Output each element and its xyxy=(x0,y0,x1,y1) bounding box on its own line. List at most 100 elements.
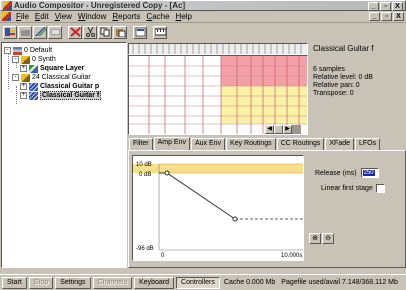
envelope-curve xyxy=(159,172,236,220)
edit-icon[interactable] xyxy=(48,25,62,39)
envelope-point-release xyxy=(232,216,238,222)
y-label-zero: 0 dB xyxy=(139,172,152,178)
tree-node-label: 0 Synth xyxy=(32,56,56,63)
key-ruler[interactable] xyxy=(128,43,308,55)
tree-node-classical-guitar[interactable]: - 24 Classical Guitar xyxy=(12,73,91,82)
relative-pan: Relative pan: 0 xyxy=(313,82,360,89)
expand-toggle[interactable]: + xyxy=(20,92,27,99)
layer-map-grid[interactable] xyxy=(128,55,308,135)
release-value: 250 xyxy=(362,170,375,176)
layer-region-p xyxy=(221,86,307,124)
cut-icon[interactable] xyxy=(83,25,97,39)
tab-key-routings[interactable]: Key Routings xyxy=(226,138,276,150)
layer-info-title: Classical Guitar f xyxy=(313,44,374,53)
bank-icon xyxy=(13,46,22,55)
size-grip[interactable] xyxy=(292,125,301,134)
expand-toggle[interactable]: + xyxy=(20,83,27,90)
tree-node-synth[interactable]: - 0 Synth xyxy=(12,55,56,64)
relative-level: Relative level: 0 dB xyxy=(313,74,373,81)
start-button[interactable]: Start xyxy=(2,276,27,289)
cache-status: Cache 0.000 Mb xyxy=(223,279,276,286)
collapse-toggle[interactable]: - xyxy=(12,74,19,81)
menu-reports[interactable]: Reports xyxy=(109,12,143,21)
copy-icon[interactable] xyxy=(98,25,112,39)
doc-close-button[interactable]: X xyxy=(393,12,404,21)
delete-icon[interactable] xyxy=(68,25,82,39)
collapse-toggle[interactable]: - xyxy=(4,47,11,54)
layer-icon xyxy=(29,64,38,73)
stop-button[interactable]: Stop xyxy=(28,276,54,289)
grid-scrollbar[interactable]: ◀ ▶ xyxy=(265,125,309,134)
menu-window[interactable]: Window xyxy=(75,12,109,21)
preset-icon xyxy=(21,55,30,64)
tab-aux-env[interactable]: Aux Env xyxy=(190,138,226,150)
app-icon[interactable] xyxy=(3,1,12,10)
tree-node-label: 0 Default xyxy=(24,47,53,54)
zoom-in-icon[interactable]: ⊕ xyxy=(309,233,321,244)
sample-count: 6 samples xyxy=(313,66,345,73)
tab-lfos[interactable]: LFOs xyxy=(355,138,381,150)
envelope-point-attack xyxy=(164,170,170,176)
channels-button[interactable]: Channels xyxy=(92,276,133,289)
pagefile-status: Pagefile used/avail 7.148/368.112 Mb xyxy=(281,279,398,286)
toolbar xyxy=(0,24,406,40)
menu-file[interactable]: File xyxy=(13,12,32,21)
properties-icon[interactable] xyxy=(133,25,147,39)
release-label: Release (ms) xyxy=(315,169,357,177)
tree-node-label: 24 Classical Guitar xyxy=(32,74,91,81)
transpose: Transpose: 0 xyxy=(313,90,354,97)
keyboard-button[interactable]: Keyboard xyxy=(134,276,175,289)
tab-cc-routings[interactable]: CC Routings xyxy=(276,138,325,150)
release-input[interactable]: 250 xyxy=(360,168,379,178)
x-label-end: 10.000s xyxy=(281,253,303,259)
tree-node-label: Square Layer xyxy=(40,65,85,72)
menu-help[interactable]: Help xyxy=(173,12,195,21)
layer-map-canvas[interactable] xyxy=(129,56,307,134)
tab-filter[interactable]: Filter xyxy=(129,138,153,150)
menu-edit[interactable]: Edit xyxy=(32,12,52,21)
doc-minimize-button[interactable]: _ xyxy=(369,12,380,21)
maximize-button[interactable]: ▫ xyxy=(380,2,391,11)
collapse-toggle[interactable]: - xyxy=(12,56,19,63)
title-bar[interactable]: Audio Compositor - Unregistered Copy - [… xyxy=(0,0,406,11)
zoom-out-icon[interactable]: ⊖ xyxy=(322,233,334,244)
close-button[interactable]: X xyxy=(392,2,403,11)
linear-first-stage-checkbox[interactable] xyxy=(375,183,385,193)
document-icon[interactable] xyxy=(2,12,11,21)
open-folder-icon[interactable] xyxy=(18,25,32,39)
tree-node-default[interactable]: - 0 Default xyxy=(4,46,52,55)
tree-node-square-layer[interactable]: + Square Layer xyxy=(20,64,84,73)
tree-node-guitar-p[interactable]: + Classical Guitar p xyxy=(20,82,99,91)
controllers-button[interactable]: Controllers xyxy=(176,276,220,289)
menu-cache[interactable]: Cache xyxy=(143,12,172,21)
amp-envelope-panel: 10 dB 0 dB -96 dB 0 10.000s Release (ms)… xyxy=(128,150,406,268)
preset-icon xyxy=(21,73,30,82)
new-project-icon[interactable] xyxy=(3,25,17,39)
layer-region-f xyxy=(221,56,307,86)
tab-xfade[interactable]: XFade xyxy=(325,138,354,150)
envelope-controls: Release (ms) 250 Linear first stage xyxy=(315,167,405,197)
status-bar: Start Stop Settings Channels Keyboard Co… xyxy=(0,274,406,290)
tree-node-guitar-f[interactable]: + Classical Guitar f xyxy=(20,91,102,100)
minimize-button[interactable]: _ xyxy=(368,2,379,11)
envelope-graph[interactable]: 10 dB 0 dB -96 dB 0 10.000s xyxy=(132,155,304,261)
layer-icon xyxy=(29,91,38,100)
x-label-start: 0 xyxy=(161,253,165,259)
linear-first-stage-label: Linear first stage xyxy=(321,184,373,192)
doc-restore-button[interactable]: ▫ xyxy=(381,12,392,21)
envelope-band xyxy=(133,164,303,173)
scroll-right-icon[interactable]: ▶ xyxy=(283,125,292,134)
y-label-min: -96 dB xyxy=(136,246,154,252)
editor-tabs: Filter Amp Env Aux Env Key Routings CC R… xyxy=(129,137,381,150)
menu-view[interactable]: View xyxy=(52,12,75,21)
instrument-tree[interactable]: - 0 Default - 0 Synth + Square Layer - 2… xyxy=(1,42,127,268)
scroll-thumb[interactable] xyxy=(274,125,283,134)
scroll-left-icon[interactable]: ◀ xyxy=(265,125,274,134)
expand-toggle[interactable]: + xyxy=(20,65,27,72)
settings-button[interactable]: Settings xyxy=(55,276,91,289)
tab-amp-env[interactable]: Amp Env xyxy=(153,137,190,150)
keyboard-icon[interactable] xyxy=(153,25,167,39)
tree-node-label: Classical Guitar p xyxy=(40,83,100,90)
paste-icon[interactable] xyxy=(113,25,127,39)
add-layer-icon[interactable] xyxy=(33,25,47,39)
